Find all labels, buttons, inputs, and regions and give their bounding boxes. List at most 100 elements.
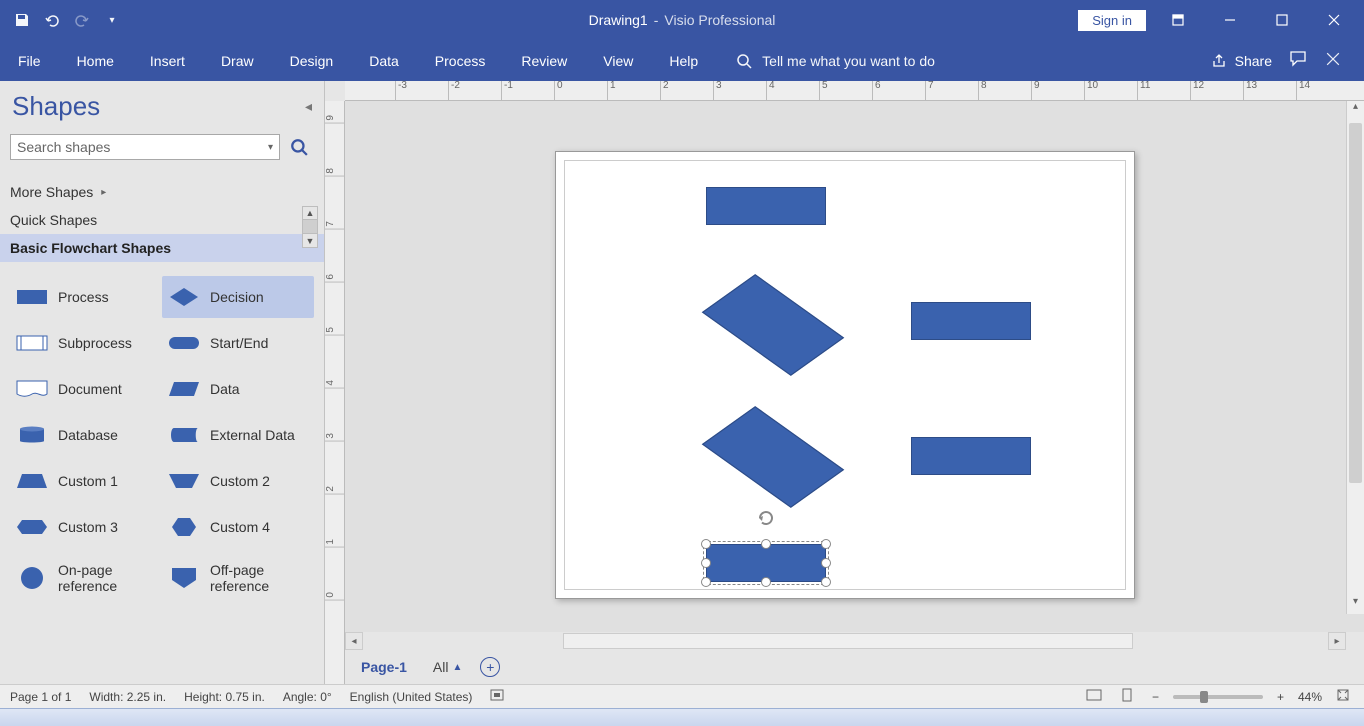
save-icon[interactable] bbox=[12, 10, 32, 30]
shape-custom-4[interactable]: Custom 4 bbox=[162, 506, 314, 548]
stencil-scroll-down-icon[interactable]: ▼ bbox=[302, 234, 318, 248]
ruler-tick: 9 bbox=[1031, 81, 1040, 100]
title-bar: ▾ Drawing1 - Visio Professional Sign in bbox=[0, 0, 1364, 40]
tab-data[interactable]: Data bbox=[351, 40, 417, 81]
search-icon[interactable] bbox=[286, 134, 312, 160]
zoom-level[interactable]: 44% bbox=[1298, 690, 1322, 704]
stencil-scroll-up-icon[interactable]: ▲ bbox=[302, 206, 318, 220]
fit-page-icon[interactable] bbox=[1332, 688, 1354, 705]
database-icon bbox=[16, 424, 48, 446]
add-page-button[interactable]: + bbox=[480, 657, 500, 677]
canvas-shape-process-2[interactable] bbox=[911, 302, 1031, 340]
handle-w[interactable] bbox=[701, 558, 711, 568]
zoom-slider[interactable] bbox=[1173, 695, 1263, 699]
vscroll-up-icon[interactable]: ▴ bbox=[1347, 101, 1364, 119]
tab-design[interactable]: Design bbox=[272, 40, 352, 81]
chevron-right-icon: ▸ bbox=[101, 187, 106, 198]
shape-data[interactable]: Data bbox=[162, 368, 314, 410]
tell-me[interactable]: Tell me what you want to do bbox=[716, 40, 935, 81]
shape-custom-1[interactable]: Custom 1 bbox=[10, 460, 162, 502]
canvas-shape-process-1[interactable] bbox=[706, 187, 826, 225]
tab-help[interactable]: Help bbox=[651, 40, 716, 81]
shape-custom-2[interactable]: Custom 2 bbox=[162, 460, 314, 502]
ruler-horizontal[interactable]: -3-2-101234567891011121314 bbox=[345, 81, 1364, 101]
canvas-shape-selected[interactable] bbox=[706, 544, 826, 582]
tab-process[interactable]: Process bbox=[417, 40, 504, 81]
ruler-tick: -2 bbox=[448, 81, 460, 100]
hscroll-left-icon[interactable]: ◂ bbox=[345, 632, 363, 650]
ribbon-display-icon[interactable] bbox=[1158, 0, 1198, 40]
rotation-handle-icon[interactable] bbox=[756, 508, 776, 533]
all-pages-button[interactable]: All ▲ bbox=[433, 659, 462, 675]
shape-custom-3[interactable]: Custom 3 bbox=[10, 506, 162, 548]
status-language[interactable]: English (United States) bbox=[350, 690, 473, 704]
page-tab-1[interactable]: Page-1 bbox=[353, 655, 415, 679]
presentation-mode-icon[interactable] bbox=[1082, 689, 1106, 704]
zoom-out-icon[interactable]: − bbox=[1148, 690, 1163, 704]
handle-sw[interactable] bbox=[701, 577, 711, 587]
redo-icon[interactable] bbox=[72, 10, 92, 30]
all-label: All bbox=[433, 659, 449, 675]
shape-label: Document bbox=[58, 381, 122, 397]
shape-on-page-ref[interactable]: On-page reference bbox=[10, 552, 162, 604]
shape-off-page-ref[interactable]: Off-page reference bbox=[162, 552, 314, 604]
search-dropdown-icon[interactable]: ▾ bbox=[268, 142, 273, 153]
handle-e[interactable] bbox=[821, 558, 831, 568]
signin-button[interactable]: Sign in bbox=[1078, 10, 1146, 31]
data-icon bbox=[168, 378, 200, 400]
tab-draw[interactable]: Draw bbox=[203, 40, 272, 81]
tab-home[interactable]: Home bbox=[59, 40, 132, 81]
shape-start-end[interactable]: Start/End bbox=[162, 322, 314, 364]
more-shapes[interactable]: More Shapes ▸ bbox=[0, 178, 324, 206]
status-page[interactable]: Page 1 of 1 bbox=[10, 690, 71, 704]
handle-s[interactable] bbox=[761, 577, 771, 587]
share-button[interactable]: Share bbox=[1211, 53, 1272, 69]
ruler-tick: 1 bbox=[607, 81, 616, 100]
custom4-icon bbox=[168, 516, 200, 538]
handle-n[interactable] bbox=[761, 539, 771, 549]
ruler-tick: 8 bbox=[325, 168, 344, 177]
drawing-page[interactable] bbox=[555, 151, 1135, 599]
canvas[interactable] bbox=[345, 101, 1364, 632]
ruler-vertical[interactable]: 9876543210 bbox=[325, 101, 345, 684]
stencil-scroll-thumb[interactable] bbox=[302, 220, 318, 234]
qat-customize-icon[interactable]: ▾ bbox=[102, 10, 122, 30]
close-icon[interactable] bbox=[1314, 0, 1354, 40]
status-width: Width: 2.25 in. bbox=[89, 690, 166, 704]
tab-insert[interactable]: Insert bbox=[132, 40, 203, 81]
minimize-icon[interactable] bbox=[1210, 0, 1250, 40]
tab-file[interactable]: File bbox=[0, 40, 59, 81]
handle-se[interactable] bbox=[821, 577, 831, 587]
stencil-quick-shapes[interactable]: Quick Shapes bbox=[0, 206, 324, 234]
collapse-ribbon-icon[interactable] bbox=[1326, 52, 1340, 69]
handle-nw[interactable] bbox=[701, 539, 711, 549]
stencil-basic-flowchart[interactable]: Basic Flowchart Shapes bbox=[0, 234, 324, 262]
comments-icon[interactable] bbox=[1290, 51, 1308, 70]
tab-review[interactable]: Review bbox=[503, 40, 585, 81]
page-width-icon[interactable] bbox=[1116, 688, 1138, 705]
canvas-shape-process-3[interactable] bbox=[911, 437, 1031, 475]
tab-view[interactable]: View bbox=[585, 40, 651, 81]
search-input[interactable]: Search shapes ▾ bbox=[10, 134, 280, 160]
shape-document[interactable]: Document bbox=[10, 368, 162, 410]
collapse-pane-icon[interactable]: ◂ bbox=[305, 98, 312, 115]
os-taskbar[interactable] bbox=[0, 708, 1364, 726]
shape-decision[interactable]: Decision bbox=[162, 276, 314, 318]
shape-process[interactable]: Process bbox=[10, 276, 162, 318]
maximize-icon[interactable] bbox=[1262, 0, 1302, 40]
undo-icon[interactable] bbox=[42, 10, 62, 30]
shape-external-data[interactable]: External Data bbox=[162, 414, 314, 456]
vscroll-thumb[interactable] bbox=[1349, 123, 1362, 483]
shape-label: Data bbox=[210, 381, 240, 397]
vscroll[interactable]: ▴ ▾ bbox=[1346, 101, 1364, 614]
handle-ne[interactable] bbox=[821, 539, 831, 549]
hscroll-track[interactable] bbox=[563, 633, 1133, 649]
ruler-tick: 7 bbox=[325, 221, 344, 230]
zoom-knob[interactable] bbox=[1200, 691, 1208, 703]
shape-database[interactable]: Database bbox=[10, 414, 162, 456]
macro-record-icon[interactable] bbox=[490, 688, 504, 705]
vscroll-down-icon[interactable]: ▾ bbox=[1347, 596, 1364, 614]
hscroll-right-icon[interactable]: ▸ bbox=[1328, 632, 1346, 650]
shape-subprocess[interactable]: Subprocess bbox=[10, 322, 162, 364]
zoom-in-icon[interactable]: + bbox=[1273, 690, 1288, 704]
